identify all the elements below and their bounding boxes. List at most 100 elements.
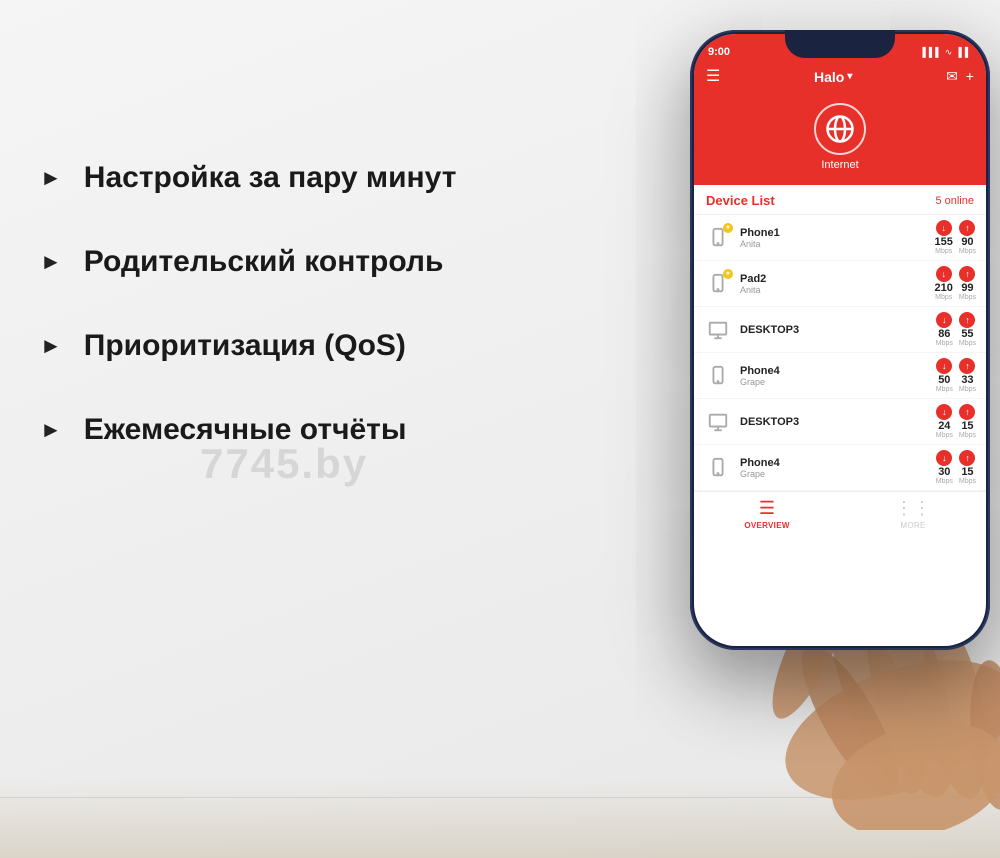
header-actions: ✉ +	[946, 68, 974, 85]
down-value-3: 50	[938, 375, 950, 386]
device-name-0: Phone1	[740, 227, 935, 239]
signal-icon: ▌▌▌	[923, 47, 942, 57]
device-info-5: Phone4 Grape	[740, 457, 936, 479]
speed-down-1: ↓ 210 Mbps	[935, 266, 953, 301]
up-arrow-3: ↑	[959, 358, 975, 374]
device-user-5: Grape	[740, 469, 936, 479]
speed-up-5: ↑ 15 Mbps	[959, 450, 976, 485]
down-unit-4: Mbps	[936, 432, 953, 439]
phone-shadow	[720, 646, 960, 650]
phone-mockup: 9:00 ▌▌▌ ∿ ▐▐ ☰ Halo ▾ ✉ +	[640, 30, 1000, 830]
device-icon-5	[704, 454, 732, 482]
bullet-arrow-1: ►	[40, 165, 62, 191]
speed-down-5: ↓ 30 Mbps	[936, 450, 953, 485]
down-value-4: 24	[938, 421, 950, 432]
nav-item-more[interactable]: ⋮⋮ MORE	[840, 498, 986, 530]
up-value-0: 90	[961, 237, 973, 248]
phone-frame: 9:00 ▌▌▌ ∿ ▐▐ ☰ Halo ▾ ✉ +	[690, 30, 990, 650]
device-row-5[interactable]: Phone4 Grape ↓ 30 Mbps ↑ 15 Mbps	[694, 445, 986, 491]
internet-globe-icon[interactable]	[814, 103, 866, 155]
device-info-2: DESKTOP3	[740, 324, 936, 336]
wifi-icon: ∿	[945, 47, 953, 58]
plus-icon[interactable]: +	[966, 68, 974, 85]
device-star-1: ★	[723, 269, 733, 279]
speed-up-2: ↑ 55 Mbps	[959, 312, 976, 347]
device-list-online: 5 online	[935, 195, 974, 207]
device-speeds-3: ↓ 50 Mbps ↑ 33 Mbps	[936, 358, 976, 393]
device-icon-3	[704, 362, 732, 390]
down-arrow-0: ↓	[936, 220, 952, 236]
device-row-4[interactable]: DESKTOP3 ↓ 24 Mbps ↑ 15 Mbps	[694, 399, 986, 445]
menu-icon[interactable]: ☰	[706, 69, 720, 85]
device-icon-4	[704, 408, 732, 436]
bullet-text-2: Родительский контроль	[84, 244, 444, 280]
header-title-area[interactable]: Halo ▾	[814, 69, 852, 85]
bullet-text-1: Настройка за пару минут	[84, 160, 457, 196]
up-unit-3: Mbps	[959, 386, 976, 393]
speed-up-0: ↑ 90 Mbps	[959, 220, 976, 255]
up-arrow-0: ↑	[959, 220, 975, 236]
down-unit-5: Mbps	[936, 478, 953, 485]
down-arrow-1: ↓	[936, 266, 952, 282]
device-name-5: Phone4	[740, 457, 936, 469]
device-name-4: DESKTOP3	[740, 416, 936, 428]
device-speeds-4: ↓ 24 Mbps ↑ 15 Mbps	[936, 404, 976, 439]
watermark: 7745.by	[200, 440, 368, 488]
down-value-5: 30	[938, 467, 950, 478]
device-speeds-0: ↓ 155 Mbps ↑ 90 Mbps	[935, 220, 976, 255]
device-user-3: Grape	[740, 377, 936, 387]
nav-item-overview[interactable]: ☰ OVERVIEW	[694, 498, 840, 530]
down-unit-0: Mbps	[935, 248, 952, 255]
bottom-nav: ☰ OVERVIEW ⋮⋮ MORE	[694, 491, 986, 536]
down-value-1: 210	[935, 283, 953, 294]
device-speeds-2: ↓ 86 Mbps ↑ 55 Mbps	[936, 312, 976, 347]
device-list-header: Device List 5 online	[694, 185, 986, 215]
header-title-text: Halo	[814, 69, 844, 85]
device-info-0: Phone1 Anita	[740, 227, 935, 249]
battery-icon: ▐▐	[955, 47, 968, 57]
device-rows: ★ Phone1 Anita ↓ 155 Mbps ↑ 90 Mbps	[694, 215, 986, 491]
up-unit-5: Mbps	[959, 478, 976, 485]
status-icons: ▌▌▌ ∿ ▐▐	[923, 47, 968, 58]
up-value-2: 55	[961, 329, 973, 340]
bullet-item-3: ► Приоритизация (QoS)	[40, 328, 520, 364]
bullet-item-2: ► Родительский контроль	[40, 244, 520, 280]
header-chevron-icon: ▾	[847, 71, 852, 82]
speed-down-3: ↓ 50 Mbps	[936, 358, 953, 393]
device-info-4: DESKTOP3	[740, 416, 936, 428]
internet-section: Internet	[694, 95, 986, 185]
app-header: ☰ Halo ▾ ✉ +	[694, 64, 986, 95]
device-icon-2	[704, 316, 732, 344]
nav-label-more: MORE	[900, 521, 925, 530]
device-name-3: Phone4	[740, 365, 936, 377]
device-list-container: Device List 5 online ★ Phone1 Anita ↓ 15…	[694, 185, 986, 491]
down-unit-1: Mbps	[935, 294, 952, 301]
down-value-0: 155	[935, 237, 953, 248]
device-user-1: Anita	[740, 285, 935, 295]
device-row-3[interactable]: Phone4 Grape ↓ 50 Mbps ↑ 33 Mbps	[694, 353, 986, 399]
down-arrow-2: ↓	[936, 312, 952, 328]
device-row-0[interactable]: ★ Phone1 Anita ↓ 155 Mbps ↑ 90 Mbps	[694, 215, 986, 261]
up-value-1: 99	[961, 283, 973, 294]
up-unit-2: Mbps	[959, 340, 976, 347]
bullet-arrow-4: ►	[40, 417, 62, 443]
device-info-3: Phone4 Grape	[740, 365, 936, 387]
device-row-1[interactable]: ★ Pad2 Anita ↓ 210 Mbps ↑ 99 Mbps	[694, 261, 986, 307]
internet-label: Internet	[821, 159, 858, 171]
up-unit-4: Mbps	[959, 432, 976, 439]
up-value-5: 15	[961, 467, 973, 478]
up-arrow-1: ↑	[959, 266, 975, 282]
down-unit-2: Mbps	[936, 340, 953, 347]
device-info-1: Pad2 Anita	[740, 273, 935, 295]
mail-icon[interactable]: ✉	[946, 68, 958, 85]
speed-down-2: ↓ 86 Mbps	[936, 312, 953, 347]
device-icon-0: ★	[704, 224, 732, 252]
down-arrow-4: ↓	[936, 404, 952, 420]
phone-screen: 9:00 ▌▌▌ ∿ ▐▐ ☰ Halo ▾ ✉ +	[694, 34, 986, 646]
speed-up-3: ↑ 33 Mbps	[959, 358, 976, 393]
down-unit-3: Mbps	[936, 386, 953, 393]
up-unit-1: Mbps	[959, 294, 976, 301]
down-arrow-5: ↓	[936, 450, 952, 466]
device-row-2[interactable]: DESKTOP3 ↓ 86 Mbps ↑ 55 Mbps	[694, 307, 986, 353]
up-arrow-4: ↑	[959, 404, 975, 420]
